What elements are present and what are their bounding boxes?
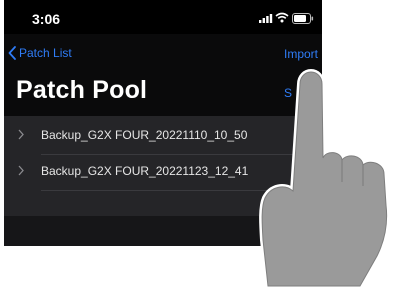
pointing-hand-icon <box>259 69 390 289</box>
